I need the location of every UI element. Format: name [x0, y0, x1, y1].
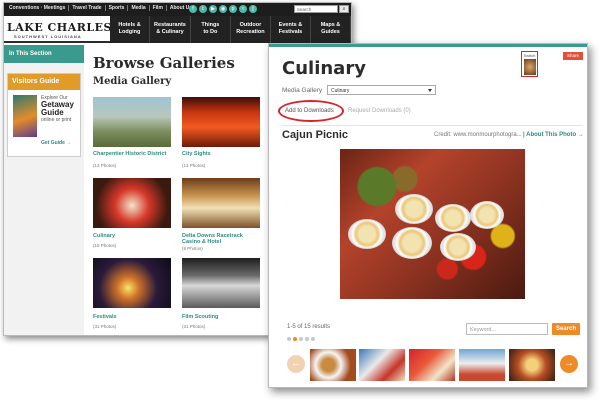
nav-menu: Hotels & Lodging Restaurants & Culinary … — [110, 16, 351, 43]
thumbnail-1[interactable] — [310, 349, 356, 381]
thumbnail-3[interactable] — [409, 349, 455, 381]
page-dot[interactable] — [305, 337, 309, 341]
get-guide-link[interactable]: Get Guide → — [41, 140, 71, 146]
gallery-link-city-sights[interactable]: City Sights — [182, 151, 211, 157]
screenshot-composite: Conventions · Meetings Travel Trade Spor… — [0, 0, 600, 400]
page-dot[interactable] — [287, 337, 291, 341]
mobile-icon[interactable]: ▯ — [249, 5, 257, 13]
util-link-travel-trade[interactable]: Travel Trade — [69, 5, 106, 11]
instagram-icon[interactable]: ◉ — [219, 5, 227, 13]
thumbnail-2[interactable] — [359, 349, 405, 381]
divider — [282, 125, 582, 126]
share-button[interactable]: Share — [563, 52, 583, 60]
guide-title: Getaway Guide — [41, 100, 74, 117]
request-downloads-link[interactable]: Request Downloads (0) — [348, 108, 411, 114]
facebook-icon[interactable]: f — [189, 5, 197, 13]
search-icon[interactable]: ⌕ — [339, 5, 349, 13]
main-navigation: LAKE CHARLES SOUTHWEST LOUISIANA Hotels … — [4, 16, 351, 43]
arrow-left-icon[interactable]: ← — [287, 355, 305, 373]
keyword-search-input[interactable]: Keyword... — [466, 323, 548, 335]
gallery-thumb-culinary[interactable] — [93, 178, 171, 228]
photo-credit: Credit: www.monmourphotogra... — [434, 132, 522, 138]
gallery-thumb-film-scouting[interactable] — [182, 258, 260, 308]
chevron-down-icon — [428, 89, 432, 92]
photo-plate — [348, 219, 386, 249]
page-title: Browse Galleries — [93, 54, 235, 72]
util-link-media[interactable]: Media — [128, 5, 150, 11]
gallery-thumb-city-sights[interactable] — [182, 97, 260, 147]
youtube-icon[interactable]: ▶ — [209, 5, 217, 13]
gallery-count: (8 Photos) — [182, 246, 203, 251]
search-button[interactable]: Search — [552, 323, 580, 335]
switch-view-button[interactable]: Switch — [521, 51, 538, 77]
gallery-title: Culinary — [282, 58, 366, 79]
gallery-count: (13 Photos) — [182, 163, 206, 168]
page-dot[interactable] — [311, 337, 315, 341]
sidebar: In This Section Visitors Guide Explore O… — [4, 45, 84, 335]
switch-label: Switch — [523, 53, 536, 58]
sidebar-heading[interactable]: In This Section — [4, 45, 84, 63]
results-count: 1-5 of 15 results — [287, 324, 331, 330]
util-link-sports[interactable]: Sports — [106, 5, 129, 11]
nav-item-events[interactable]: Events & Festivals — [271, 16, 311, 43]
site-logo-tagline: SOUTHWEST LOUISIANA — [14, 34, 82, 39]
nav-item-maps[interactable]: Maps & Guides — [311, 16, 351, 43]
twitter-icon[interactable]: t — [199, 5, 207, 13]
nav-item-things-to-do[interactable]: Things to Do — [191, 16, 231, 43]
photo-plate — [470, 201, 504, 229]
gallery-link-festivals[interactable]: Festivals — [93, 314, 117, 320]
nav-item-hotels[interactable]: Hotels & Lodging — [110, 16, 151, 43]
gallery-count: (15 Photos) — [93, 243, 117, 248]
photo-title: Cajun Picnic — [282, 129, 349, 141]
media-gallery-selected-value: Culinary — [331, 88, 350, 94]
photo-plate — [395, 194, 433, 224]
featured-photo[interactable] — [340, 149, 525, 299]
gallery-count: (13 Photos) — [93, 163, 117, 168]
utility-bar: Conventions · Meetings Travel Trade Spor… — [4, 3, 351, 16]
gallery-count: (31 Photos) — [182, 324, 206, 329]
pinterest-icon[interactable]: p — [229, 5, 237, 13]
nav-item-outdoor[interactable]: Outdoor Recreation — [231, 16, 271, 43]
media-gallery-label: Media Gallery — [282, 87, 323, 94]
switch-thumbnail-image — [524, 59, 536, 75]
arrow-right-icon[interactable]: → — [560, 355, 578, 373]
thumbnail-5[interactable] — [509, 349, 555, 381]
visitors-guide-promo[interactable]: Visitors Guide Explore Our Getaway Guide… — [7, 73, 81, 157]
annotation-highlight-circle — [278, 100, 344, 122]
util-link-film[interactable]: Film — [150, 5, 167, 11]
site-logo[interactable]: LAKE CHARLES — [7, 21, 112, 34]
gallery-count: (31 Photos) — [93, 324, 117, 329]
gallery-thumb-festivals[interactable] — [93, 258, 171, 308]
gallery-link-delta-downs[interactable]: Delta Downs Racetrack Casino & Hotel — [182, 233, 243, 245]
page-dot-active[interactable] — [293, 337, 297, 341]
nav-item-restaurants[interactable]: Restaurants & Culinary — [150, 16, 191, 43]
culinary-gallery-page: Culinary Switch Share Media Gallery Culi… — [268, 43, 588, 388]
about-this-photo-link[interactable]: | About This Photo → — [523, 132, 584, 138]
social-icons: f t ▶ ◉ p ≈ ▯ — [189, 5, 257, 13]
gallery-link-culinary[interactable]: Culinary — [93, 233, 115, 239]
site-search-input[interactable]: Search — [294, 5, 338, 13]
gallery-link-charpentier[interactable]: Charpentier Historic District — [93, 151, 166, 157]
guide-cover-image — [13, 95, 37, 137]
gallery-thumb-delta-downs[interactable] — [182, 178, 260, 228]
media-gallery-select[interactable]: Culinary — [327, 85, 436, 95]
guide-promo-text: Explore Our Getaway Guide online or prin… — [41, 95, 81, 123]
gallery-link-film-scouting[interactable]: Film Scouting — [182, 314, 218, 320]
photo-plate — [440, 233, 476, 261]
guide-line2: online or print — [41, 117, 72, 123]
photo-plate — [392, 227, 432, 259]
visitors-guide-heading: Visitors Guide — [8, 74, 80, 90]
thumbnail-4[interactable] — [459, 349, 505, 381]
gallery-thumb-charpentier[interactable] — [93, 97, 171, 147]
photo-plate — [435, 204, 471, 232]
pagination-dots — [287, 337, 315, 341]
page-dot[interactable] — [299, 337, 303, 341]
rss-icon[interactable]: ≈ — [239, 5, 247, 13]
util-link-conventions[interactable]: Conventions · Meetings — [6, 5, 70, 11]
accent-bar — [269, 44, 587, 47]
utility-links: Conventions · Meetings Travel Trade Spor… — [6, 5, 195, 11]
page-subtitle: Media Gallery — [93, 76, 172, 87]
